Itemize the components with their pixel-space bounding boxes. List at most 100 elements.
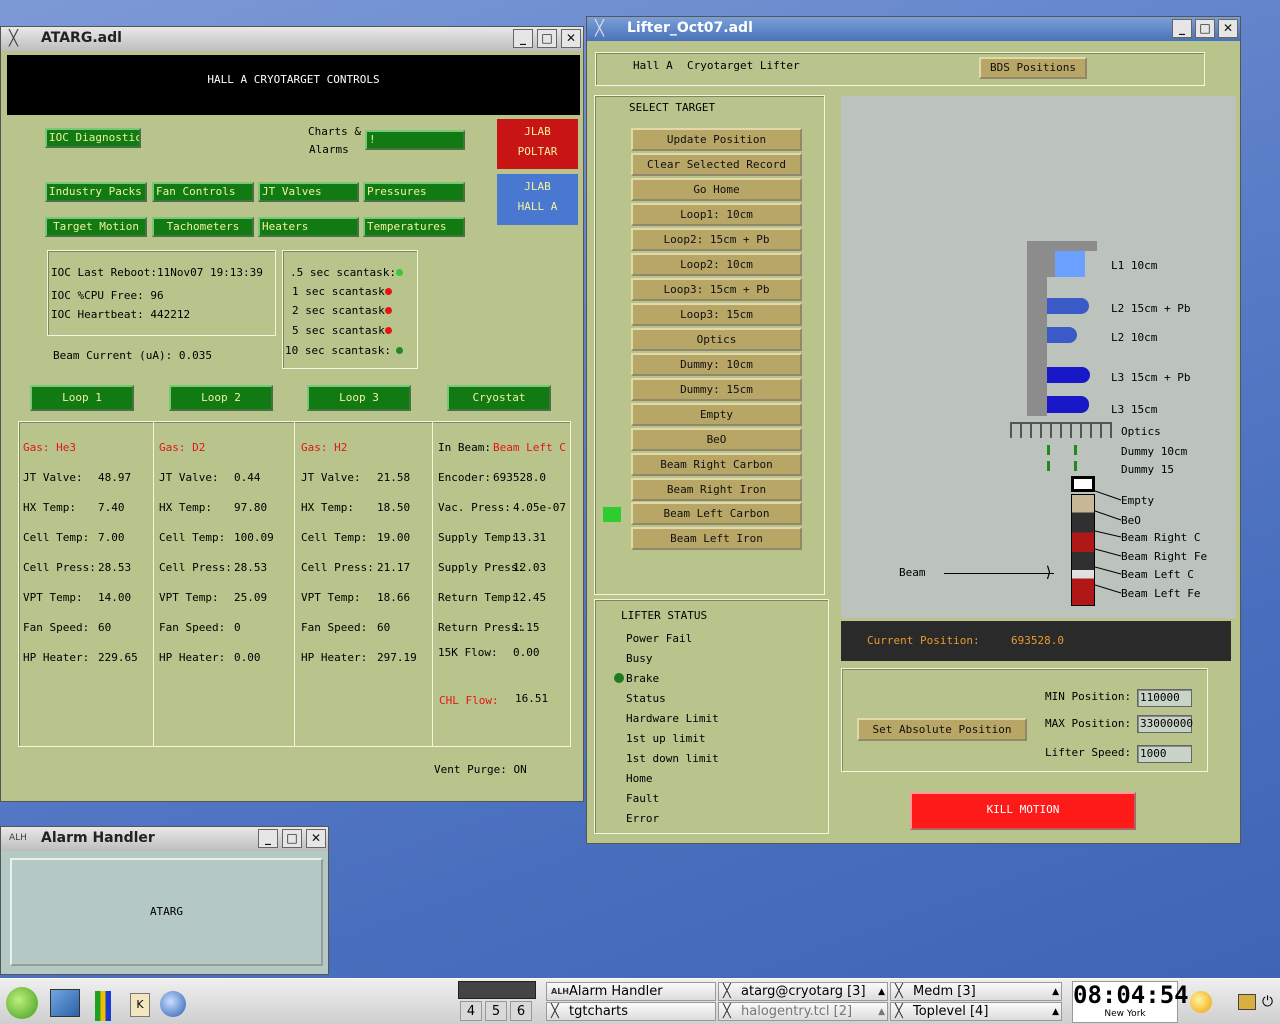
task-medm[interactable]: ╳ Medm [3] ▲ [890, 982, 1062, 1001]
ioc-heartbeat: IOC Heartbeat: 442212 [51, 308, 191, 321]
cryostat-value: 12.03 [513, 561, 547, 574]
empty-target [1071, 476, 1095, 492]
loop2-button[interactable]: Loop 2 [169, 385, 273, 411]
ioc-diagnostics-button[interactable]: IOC Diagnostics [45, 128, 141, 148]
target-button[interactable]: Loop3: 15cm [631, 303, 802, 326]
task-toplevel[interactable]: ╳ Toplevel [4] ▲ [890, 1002, 1062, 1021]
alarm-titlebar[interactable]: ALH Alarm Handler _ □ ✕ [1, 827, 328, 851]
target-button[interactable]: Go Home [631, 178, 802, 201]
target-button[interactable]: Beam Left Iron [631, 526, 802, 550]
target-button[interactable]: Update Position [631, 128, 802, 151]
heaters-button[interactable]: Heaters [258, 217, 359, 237]
min-position-field[interactable]: 110000 [1137, 689, 1192, 707]
task-tgtcharts[interactable]: ╳ tgtcharts [546, 1002, 716, 1021]
weather-sun-icon[interactable] [1190, 991, 1212, 1013]
x-logo-icon: ╳ [595, 19, 605, 37]
target-button[interactable]: Beam Right Iron [631, 477, 802, 501]
atarg-titlebar[interactable]: ╳ ATARG.adl _ □ ✕ [1, 27, 583, 51]
desktop-icon[interactable] [50, 989, 80, 1017]
diagram-label: L3 15cm [1111, 403, 1158, 416]
target-button[interactable]: Beam Left Carbon [631, 502, 802, 525]
alarm-group-label: ATARG [149, 905, 184, 918]
target-button[interactable]: Optics [631, 328, 802, 351]
kill-motion-button[interactable]: KILL MOTION [910, 792, 1136, 830]
industry-packs-button[interactable]: Industry Packs [45, 182, 147, 202]
set-absolute-position-button[interactable]: Set Absolute Position [857, 718, 1027, 741]
charts-alarms-button[interactable]: ! [365, 130, 465, 150]
jlab-halla-line2: HALL A [517, 200, 558, 213]
lock-icon[interactable] [1238, 994, 1256, 1010]
pager-4[interactable]: 4 [460, 1001, 482, 1021]
target-button[interactable]: Loop2: 10cm [631, 253, 802, 276]
loop2-value: 0.44 [234, 471, 261, 484]
target-button[interactable]: Clear Selected Record [631, 153, 802, 176]
alarm-group-button[interactable]: ATARG [10, 858, 323, 966]
loop3-label: Cell Press: [301, 561, 374, 574]
diagram-label: Optics [1121, 425, 1161, 438]
jlab-poltar-line2: POLTAR [517, 145, 558, 158]
jt-valves-button[interactable]: JT Valves [258, 182, 359, 202]
loop2-label: Cell Press: [159, 561, 232, 574]
cryostat-button[interactable]: Cryostat [447, 385, 551, 411]
expand-arrow-icon: ▲ [1052, 987, 1059, 997]
target-button[interactable]: Dummy: 10cm [631, 353, 802, 376]
target-button[interactable]: Loop1: 10cm [631, 203, 802, 226]
target-button[interactable]: Loop2: 15cm + Pb [631, 228, 802, 251]
tachometers-button[interactable]: Tachometers [152, 217, 254, 237]
min-position-label: MIN Position: [1045, 690, 1132, 703]
close-icon[interactable]: ✕ [306, 829, 326, 848]
suse-menu-icon[interactable] [6, 987, 38, 1019]
max-position-field[interactable]: 33000000 [1137, 715, 1193, 733]
pager-thumbs[interactable] [458, 981, 536, 999]
l2-10-cell [1047, 327, 1077, 343]
minimize-icon[interactable]: _ [1172, 19, 1192, 38]
task-label: Toplevel [4] [913, 1004, 989, 1019]
close-icon[interactable]: ✕ [561, 29, 581, 48]
loop1-value: 48.97 [98, 471, 132, 484]
scantask-label: 2 sec scantask: [292, 304, 392, 317]
ladder-top-bar [1027, 241, 1097, 251]
jlab-halla-button[interactable]: JLAB HALL A [497, 174, 578, 225]
lifter-speed-field[interactable]: 1000 [1137, 745, 1192, 763]
l1-cell [1055, 251, 1085, 277]
loop1-button[interactable]: Loop 1 [30, 385, 134, 411]
logout-icon[interactable]: ⏻ [1262, 993, 1276, 1011]
loop2-value: 0 [234, 621, 241, 634]
loop1-gas: Gas: He3 [23, 441, 76, 454]
task-atarg-cryotarg[interactable]: ╳ atarg@cryotarg [3] ▲ [718, 982, 888, 1001]
pager-5[interactable]: 5 [485, 1001, 507, 1021]
cryostat-value: 12.45 [513, 591, 547, 604]
clock-display[interactable]: 08:04:54 New York [1072, 981, 1189, 1023]
fan-controls-button[interactable]: Fan Controls [152, 182, 254, 202]
pressures-button[interactable]: Pressures [363, 182, 465, 202]
jlab-poltar-button[interactable]: JLAB POLTAR [497, 119, 578, 169]
task-halogentry[interactable]: ╳ halogentry.tcl [2] ▲ [718, 1002, 888, 1021]
select-target-title: SELECT TARGET [629, 101, 716, 114]
diagram-label: Dummy 15 [1121, 463, 1174, 476]
x-logo-icon: ╳ [9, 29, 19, 47]
in-beam-value: Beam Left C [493, 441, 566, 454]
loop3-button[interactable]: Loop 3 [307, 385, 411, 411]
target-button[interactable]: Beam Right Carbon [631, 453, 802, 476]
konqueror-icon[interactable]: K [130, 993, 150, 1017]
maximize-icon[interactable]: □ [1195, 19, 1215, 38]
temperatures-button[interactable]: Temperatures [363, 217, 465, 237]
lifter-titlebar[interactable]: ╳ Lifter_Oct07.adl _ □ ✕ [587, 17, 1240, 41]
ioc-cpu: IOC %CPU Free: 96 [51, 289, 164, 302]
target-button[interactable]: Dummy: 15cm [631, 378, 802, 401]
minimize-icon[interactable]: _ [258, 829, 278, 848]
pager-6[interactable]: 6 [510, 1001, 532, 1021]
target-button[interactable]: BeO [631, 428, 802, 451]
maximize-icon[interactable]: □ [282, 829, 302, 848]
target-motion-button[interactable]: Target Motion [45, 217, 147, 237]
minimize-icon[interactable]: _ [513, 29, 533, 48]
panel-bars-icon[interactable] [95, 991, 111, 1021]
browser-globe-icon[interactable] [160, 991, 186, 1017]
bds-positions-button[interactable]: BDS Positions [979, 57, 1087, 79]
close-icon[interactable]: ✕ [1218, 19, 1238, 38]
target-button[interactable]: Empty [631, 403, 802, 426]
target-button[interactable]: Loop3: 15cm + Pb [631, 278, 802, 301]
maximize-icon[interactable]: □ [537, 29, 557, 48]
taskbar: K 4 5 6 ALH Alarm Handler ╳ atarg@cryota… [0, 978, 1280, 1024]
task-alarm-handler[interactable]: ALH Alarm Handler [546, 982, 716, 1001]
